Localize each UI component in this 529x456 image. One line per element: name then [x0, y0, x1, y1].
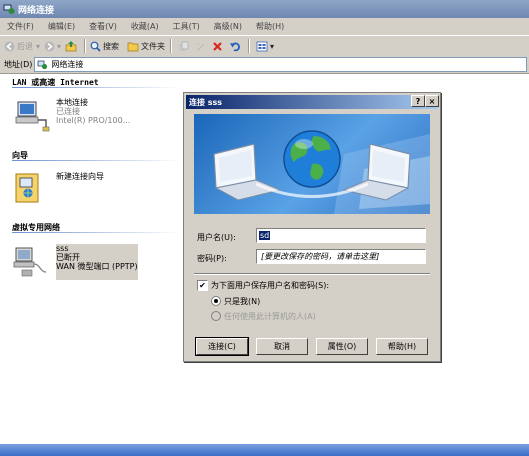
views-icon [256, 41, 268, 51]
address-label: 地址(D) [4, 60, 33, 69]
search-icon [90, 41, 101, 52]
window-titlebar: 网络连接 [0, 0, 529, 18]
menu-favorites[interactable]: 收藏(A) [124, 21, 166, 32]
folders-label: 文件夹 [141, 41, 166, 51]
me-only-radio[interactable] [211, 296, 221, 306]
password-label: 密码(P): [197, 254, 227, 263]
move-to-icon [179, 41, 189, 51]
connection-name: sss [56, 244, 69, 253]
username-value: sd [259, 231, 271, 240]
menu-bar: 文件(F) 编辑(E) 查看(V) 收藏(A) 工具(T) 高级(N) 帮助(H… [0, 18, 529, 35]
dialog-close-button[interactable]: × [425, 95, 439, 107]
anyone-radio[interactable] [211, 311, 221, 321]
undo-button[interactable] [229, 38, 243, 54]
network-laptops-globe-illustration [213, 130, 430, 214]
connection-local-area[interactable]: 本地连接 已连接 Intel(R) PRO/100... [12, 98, 130, 134]
up-folder-button[interactable] [65, 38, 79, 54]
toolbar-separator [248, 39, 251, 53]
save-credentials-checkbox[interactable]: ✔ [197, 280, 208, 291]
anyone-label: 任何使用此计算机的人(A) [224, 312, 316, 321]
menu-advanced[interactable]: 高级(N) [207, 21, 249, 32]
group-divider [12, 232, 182, 233]
copy-to-icon [196, 42, 205, 51]
wizard-name: 新建连接向导 [56, 172, 104, 181]
connection-wizard-icon [15, 173, 39, 203]
address-value: 网络连接 [51, 60, 84, 69]
dialog-help-button[interactable]: ? [411, 95, 425, 107]
connection-text: 新建连接向导 [56, 170, 104, 206]
folder-icon [127, 42, 139, 51]
forward-dropdown-icon[interactable]: ▾ [57, 42, 61, 51]
connection-vpn-sss[interactable]: sss 已断开 WAN 微型端口 (PPTP) [12, 244, 138, 280]
forward-arrow-icon [44, 41, 55, 51]
connection-status: 已断开 [56, 253, 80, 262]
move-to-button[interactable] [178, 38, 191, 54]
dialog-separator [194, 273, 430, 275]
password-placeholder: [要更改保存的密码，请单击这里] [261, 252, 380, 261]
username-label: 用户名(U): [197, 233, 236, 242]
menu-help[interactable]: 帮助(H) [249, 21, 291, 32]
username-input[interactable]: sd [256, 228, 426, 243]
connection-name: 本地连接 [56, 98, 88, 107]
undo-icon [230, 42, 240, 51]
search-label: 搜索 [103, 41, 120, 51]
window-title: 网络连接 [18, 5, 55, 16]
connect-button[interactable]: 连接(C) [195, 337, 249, 356]
delete-button[interactable] [212, 38, 225, 54]
menu-edit[interactable]: 编辑(E) [41, 21, 82, 32]
menu-tools[interactable]: 工具(T) [166, 21, 207, 32]
save-credentials-label: 为下面用户保存用户名和密码(S): [211, 281, 330, 290]
address-bar: 地址(D) 网络连接 [0, 56, 529, 74]
search-button[interactable]: 搜索 [90, 38, 119, 54]
dialog-banner [194, 114, 430, 214]
back-button[interactable]: 后退 ▾ [4, 38, 40, 54]
connection-status: 已连接 [56, 107, 80, 116]
dialog-titlebar: 连接 sss [186, 95, 438, 109]
folders-button[interactable]: 文件夹 [127, 38, 165, 54]
up-folder-icon [65, 41, 77, 52]
back-dropdown-icon[interactable]: ▾ [36, 42, 40, 51]
address-input[interactable]: 网络连接 [34, 57, 527, 72]
back-label: 后退 [17, 41, 33, 51]
group-divider [12, 87, 182, 88]
forward-button[interactable]: ▾ [44, 38, 61, 54]
views-button[interactable]: ▾ [256, 38, 274, 54]
vpn-connection-icon [13, 247, 47, 277]
connection-text: 本地连接 已连接 Intel(R) PRO/100... [56, 98, 130, 134]
copy-to-button[interactable] [195, 38, 208, 54]
connection-device: Intel(R) PRO/100... [56, 116, 131, 125]
toolbar-separator [84, 39, 87, 53]
network-folder-icon [38, 60, 48, 69]
connect-dialog: 连接 sss ? × 用户名(U): sd 密码(P): [要更改保存的密码，请… [183, 92, 441, 362]
toolbar: 后退 ▾ ▾ 搜索 文件夹 ▾ [0, 35, 529, 57]
connection-text: sss 已断开 WAN 微型端口 (PPTP) [56, 244, 138, 280]
lan-connection-icon [15, 101, 50, 132]
new-connection-wizard[interactable]: 新建连接向导 [12, 170, 104, 206]
taskbar-strip [0, 444, 529, 456]
dialog-title: 连接 sss [189, 97, 223, 107]
network-connections-icon [3, 4, 15, 14]
views-dropdown-icon[interactable]: ▾ [270, 42, 274, 51]
menu-view[interactable]: 查看(V) [82, 21, 124, 32]
me-only-label: 只是我(N) [224, 297, 261, 306]
group-divider [12, 160, 182, 161]
toolbar-separator [170, 39, 173, 53]
back-arrow-icon [4, 41, 15, 51]
cancel-button[interactable]: 取消 [256, 338, 308, 355]
properties-button[interactable]: 属性(O) [316, 338, 368, 355]
password-input[interactable]: [要更改保存的密码，请单击这里] [256, 249, 426, 264]
menu-file[interactable]: 文件(F) [0, 21, 41, 32]
delete-x-icon [213, 41, 222, 51]
help-button[interactable]: 帮助(H) [376, 338, 428, 355]
connection-device: WAN 微型端口 (PPTP) [56, 262, 138, 271]
